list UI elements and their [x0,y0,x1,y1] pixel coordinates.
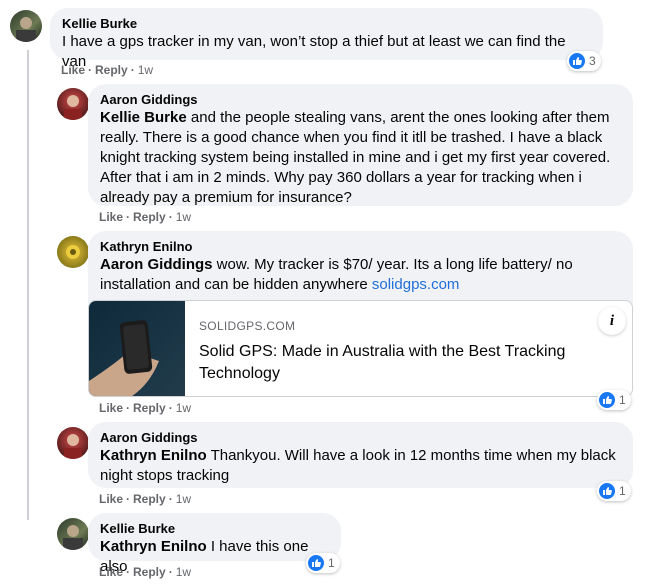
thumbs-up-icon [599,392,615,408]
reaction-count[interactable]: 3 [567,51,601,71]
comment-text: Aaron Giddings wow. My tracker is $70/ y… [100,255,621,295]
link-title[interactable]: Solid GPS: Made in Australia with the Be… [199,341,599,385]
separator: · [130,63,135,77]
info-icon[interactable]: i [598,307,626,335]
link-domain: SOLIDGPS.COM [199,319,296,333]
avatar[interactable] [57,427,89,459]
mention-link[interactable]: Kathryn Enilno [100,447,207,464]
like-button[interactable]: Like [99,565,123,579]
separator: · [126,565,131,579]
comment-bubble: Aaron Giddings Kathryn Enilno Thankyou. … [88,422,633,488]
separator: · [168,565,173,579]
timestamp[interactable]: 1w [138,63,153,77]
avatar[interactable] [57,518,89,550]
link-preview-image [89,301,185,396]
reply-button[interactable]: Reply [133,565,166,579]
reaction-number: 1 [619,393,626,407]
like-button[interactable]: Like [99,401,123,415]
separator: · [126,492,131,506]
comment-author[interactable]: Kellie Burke [62,16,591,32]
reply-button[interactable]: Reply [133,492,166,506]
comment-bubble: Aaron Giddings Kellie Burke and the peop… [88,84,633,206]
comment-author[interactable]: Kathryn Enilno [100,239,621,255]
thread-line [27,50,29,520]
thumbs-up-icon [308,555,324,571]
timestamp[interactable]: 1w [176,492,191,506]
avatar[interactable] [57,236,89,268]
avatar-image [64,95,82,120]
comment-actions: Like · Reply · 1w [61,62,153,78]
reaction-number: 1 [619,484,626,498]
avatar[interactable] [57,88,89,120]
comment-actions: Like · Reply · 1w [99,564,191,580]
reaction-count[interactable]: 1 [306,553,340,573]
comment-author[interactable]: Kellie Burke [100,521,329,537]
comment-author[interactable]: Aaron Giddings [100,92,621,108]
like-button[interactable]: Like [61,63,85,77]
reply-button[interactable]: Reply [133,210,166,224]
reaction-count[interactable]: 1 [597,390,631,410]
separator: · [168,492,173,506]
comment-text: Kellie Burke and the people stealing van… [100,108,621,208]
like-button[interactable]: Like [99,492,123,506]
timestamp[interactable]: 1w [176,401,191,415]
timestamp[interactable]: 1w [176,565,191,579]
mention-link[interactable]: Kathryn Enilno [100,538,207,555]
separator: · [168,210,173,224]
comment-actions: Like · Reply · 1w [99,209,191,225]
reaction-number: 3 [589,54,596,68]
separator: · [126,401,131,415]
reaction-number: 1 [328,556,335,570]
mention-link[interactable]: Kellie Burke [100,109,187,126]
avatar[interactable] [10,10,42,42]
separator: · [88,63,93,77]
thumbs-up-icon [569,53,585,69]
comment-actions: Like · Reply · 1w [99,491,191,507]
comment-text: Kathryn Enilno Thankyou. Will have a loo… [100,446,621,486]
separator: · [168,401,173,415]
avatar-image [66,245,80,259]
reply-button[interactable]: Reply [95,63,128,77]
mention-link[interactable]: Aaron Giddings [100,256,213,273]
avatar-image [63,525,83,550]
reply-button[interactable]: Reply [133,401,166,415]
comment-actions: Like · Reply · 1w [99,400,191,416]
url-link[interactable]: solidgps.com [372,276,460,293]
comment-bubble: Kellie Burke Kathryn Enilno I have this … [88,513,341,575]
avatar-image [64,434,82,459]
avatar-image [16,17,36,42]
reaction-count[interactable]: 1 [597,481,631,501]
comment-author[interactable]: Aaron Giddings [100,430,621,446]
link-preview-card[interactable]: SOLIDGPS.COM Solid GPS: Made in Australi… [88,300,633,397]
comment-bubble: Kellie Burke I have a gps tracker in my … [50,8,603,70]
thumbs-up-icon [599,483,615,499]
timestamp[interactable]: 1w [176,210,191,224]
like-button[interactable]: Like [99,210,123,224]
separator: · [126,210,131,224]
